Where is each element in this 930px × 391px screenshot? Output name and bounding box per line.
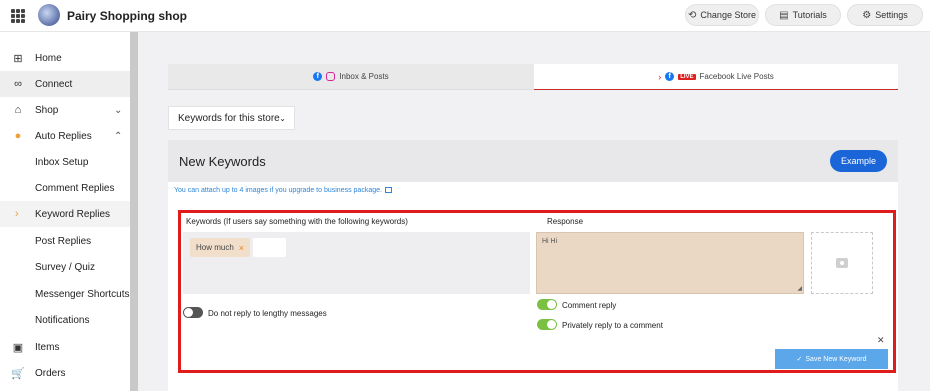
no-lengthy-label: Do not reply to lengthy messages xyxy=(208,309,327,318)
keyword-chip[interactable]: How much × xyxy=(190,238,250,257)
keyword-form: Keywords (If users say something with th… xyxy=(178,210,896,373)
chevron-up-icon: ⌃ xyxy=(114,130,123,142)
upgrade-hint-text: You can attach up to 4 images if you upg… xyxy=(174,187,382,194)
tutorials-button[interactable]: ▤ Tutorials xyxy=(765,4,841,26)
keywords-input-area[interactable]: How much × xyxy=(183,232,530,294)
keyword-input[interactable] xyxy=(253,238,286,257)
sidebar-item-label: Connect xyxy=(35,78,73,90)
gear-icon: ⚙ xyxy=(862,9,872,21)
comment-reply-toggle[interactable] xyxy=(537,299,557,310)
chevron-right-icon: › xyxy=(15,208,19,220)
sidebar-item-post-replies[interactable]: Post Replies xyxy=(0,228,130,254)
sidebar-item-keyword-replies[interactable]: › Keyword Replies xyxy=(0,201,130,227)
sidebar-item-label: Notifications xyxy=(35,314,90,326)
comment-reply-label: Comment reply xyxy=(562,301,617,310)
sidebar-item-label: Items xyxy=(35,341,60,353)
sidebar-item-orders[interactable]: 🛒 Orders xyxy=(0,360,130,386)
facebook-icon: f xyxy=(313,72,323,81)
sidebar-item-label: Messenger Shortcuts xyxy=(35,288,130,300)
save-new-keyword-button[interactable]: ✓ Save New Keyword xyxy=(775,349,888,369)
sidebar-scrollbar[interactable] xyxy=(130,32,138,391)
private-reply-toggle[interactable] xyxy=(537,319,557,330)
chevron-down-icon: ⌄ xyxy=(279,113,286,123)
response-textarea[interactable]: Hi Hi ◢ xyxy=(536,232,804,294)
sidebar: ⊞ Home ∞ Connect ⌂ Shop ⌄ ● Auto Replies… xyxy=(0,32,131,391)
store-name: Pairy Shopping shop xyxy=(67,9,188,23)
sidebar-item-label: Home xyxy=(35,52,62,64)
channel-tabs: f Inbox & Posts › f LIVE Facebook Live P… xyxy=(168,64,898,90)
image-upload[interactable] xyxy=(811,232,873,294)
close-icon[interactable]: ✕ xyxy=(877,335,885,346)
sidebar-item-survey-quiz[interactable]: Survey / Quiz xyxy=(0,254,130,280)
save-label: Save New Keyword xyxy=(805,355,867,363)
change-store-label: Change Store xyxy=(700,10,756,20)
response-text: Hi Hi xyxy=(542,238,558,245)
tab-facebook-live-posts[interactable]: › f LIVE Facebook Live Posts xyxy=(534,64,898,90)
card-title: New Keywords xyxy=(179,154,266,169)
private-reply-label: Privately reply to a comment xyxy=(562,321,663,330)
settings-label: Settings xyxy=(875,10,908,20)
sidebar-item-inbox-setup[interactable]: Inbox Setup xyxy=(0,149,130,175)
sidebar-item-label: Shop xyxy=(35,104,59,116)
keywords-label: Keywords (If users say something with th… xyxy=(186,217,408,226)
keywords-scope-label: Keywords for this store xyxy=(178,112,280,124)
sidebar-item-label: Post Replies xyxy=(35,235,92,247)
sidebar-item-label: Inbox Setup xyxy=(35,156,89,168)
upgrade-hint[interactable]: You can attach up to 4 images if you upg… xyxy=(174,187,392,194)
instagram-icon xyxy=(326,72,336,81)
tutorials-label: Tutorials xyxy=(792,10,827,20)
chevron-down-icon: ⌄ xyxy=(114,104,123,116)
facebook-icon: f xyxy=(665,72,675,81)
keywords-scope-select[interactable]: Keywords for this store ⌄ xyxy=(168,106,295,130)
image-icon xyxy=(384,187,392,194)
chat-icon: ● xyxy=(14,130,22,142)
sidebar-item-notifications[interactable]: Notifications xyxy=(0,307,130,333)
tab-label: Facebook Live Posts xyxy=(699,72,774,81)
resize-grip-icon[interactable]: ◢ xyxy=(797,285,802,292)
example-button[interactable]: Example xyxy=(830,150,887,172)
settings-button[interactable]: ⚙ Settings xyxy=(847,4,923,26)
top-bar: Pairy Shopping shop ⟲ Change Store ▤ Tut… xyxy=(0,0,930,32)
shop-icon: ⌂ xyxy=(14,104,22,116)
tab-label: Inbox & Posts xyxy=(339,72,389,81)
sidebar-item-messenger-shortcuts[interactable]: Messenger Shortcuts xyxy=(0,281,130,307)
book-icon: ▤ xyxy=(779,9,789,21)
check-icon: ✓ xyxy=(796,356,803,363)
sidebar-item-comment-replies[interactable]: Comment Replies xyxy=(0,175,130,201)
sidebar-item-label: Comment Replies xyxy=(35,182,115,194)
cart-icon: 🛒 xyxy=(11,367,25,380)
sidebar-item-label: Auto Replies xyxy=(35,130,92,142)
sidebar-item-home[interactable]: ⊞ Home xyxy=(0,45,130,71)
change-store-button[interactable]: ⟲ Change Store xyxy=(685,4,759,26)
camera-icon xyxy=(836,258,848,268)
box-icon: ▣ xyxy=(12,341,24,354)
close-icon[interactable]: × xyxy=(239,243,244,253)
store-avatar[interactable] xyxy=(38,4,60,26)
sidebar-item-auto-replies[interactable]: ● Auto Replies ⌃ xyxy=(0,123,130,149)
sidebar-item-shop[interactable]: ⌂ Shop ⌄ xyxy=(0,97,130,123)
sidebar-item-connect[interactable]: ∞ Connect xyxy=(0,71,130,97)
apps-grid-icon[interactable] xyxy=(11,9,25,23)
refresh-icon: ⟲ xyxy=(688,9,697,21)
new-keywords-card: New Keywords Example You can attach up t… xyxy=(168,140,898,391)
sidebar-item-label: Keyword Replies xyxy=(35,208,111,220)
no-lengthy-toggle[interactable] xyxy=(183,307,203,318)
live-badge: LIVE xyxy=(678,73,696,80)
main-content: f Inbox & Posts › f LIVE Facebook Live P… xyxy=(138,32,930,391)
tab-inbox-posts[interactable]: f Inbox & Posts xyxy=(168,64,534,90)
card-header: New Keywords Example xyxy=(168,140,898,182)
keyword-chip-label: How much xyxy=(196,243,234,252)
link-icon: ∞ xyxy=(14,78,22,90)
sidebar-item-label: Orders xyxy=(35,367,66,379)
home-icon: ⊞ xyxy=(13,52,23,65)
chevron-right-icon: › xyxy=(658,71,662,82)
sidebar-item-items[interactable]: ▣ Items xyxy=(0,334,130,360)
response-label: Response xyxy=(547,217,584,226)
sidebar-item-label: Survey / Quiz xyxy=(35,261,96,273)
